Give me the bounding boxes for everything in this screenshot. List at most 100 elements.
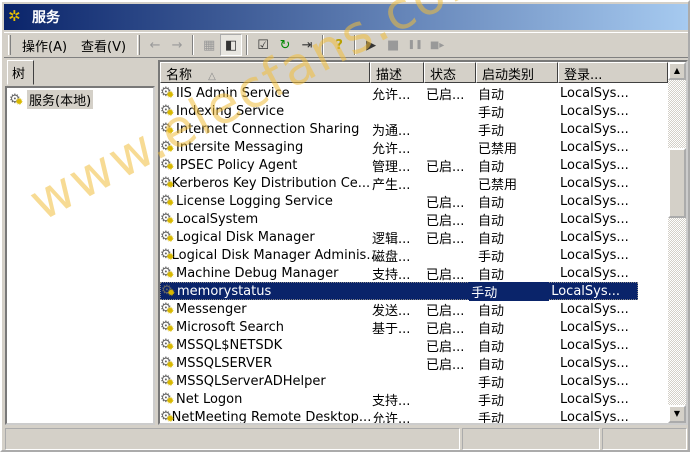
service-logon: LocalSys...: [560, 85, 629, 101]
service-name: LocalSystem: [176, 211, 259, 227]
service-row[interactable]: ⚙Logical Disk Manager 逻辑... 已启... 自动 Loc…: [160, 228, 668, 248]
service-row[interactable]: ⚙LocalSystem 已启... 自动 LocalSys...: [160, 210, 668, 230]
service-row[interactable]: ⚙IIS Admin Service 允许... 已启... 自动 LocalS…: [160, 84, 668, 104]
back-arrow-icon[interactable]: ←: [144, 34, 166, 56]
service-row[interactable]: ⚙Intersite Messaging 允许... 已禁用 LocalSys.…: [160, 138, 668, 158]
show-tree-icon[interactable]: ◧: [220, 34, 243, 56]
separator: [322, 35, 325, 55]
tree-item-services-local[interactable]: ⚙ 服务(本地): [9, 90, 94, 111]
service-gear-icon: ⚙: [160, 391, 176, 410]
service-row[interactable]: ⚙memorystatus 手动 LocalSys...: [160, 281, 638, 302]
forward-arrow-icon[interactable]: →: [166, 34, 188, 56]
toolbar-grip[interactable]: [8, 35, 11, 55]
service-status: 已启...: [426, 213, 465, 229]
service-logon: LocalSys...: [560, 373, 629, 389]
service-row[interactable]: ⚙NetMeeting Remote Desktop... 允许... 手动 L…: [160, 408, 668, 425]
service-description: 逻辑...: [372, 231, 411, 247]
service-row[interactable]: ⚙Net Logon 支持... 手动 LocalSys...: [160, 390, 668, 410]
column-header-startup-type[interactable]: 启动类别: [476, 62, 558, 83]
service-name-cell: ⚙NetMeeting Remote Desktop...: [160, 409, 371, 423]
service-startup-type: 已禁用: [478, 141, 518, 157]
menu-action[interactable]: 操作(A): [15, 36, 74, 55]
service-name: memorystatus: [177, 283, 272, 299]
column-header-status[interactable]: 状态: [424, 62, 476, 83]
service-row[interactable]: ⚙Machine Debug Manager 支持... 已启... 自动 Lo…: [160, 264, 668, 284]
service-name: MSSQLServerADHelper: [176, 373, 326, 389]
service-gear-icon: ⚙: [160, 139, 176, 158]
status-panel: [5, 428, 460, 450]
service-gear-icon: ⚙: [160, 319, 176, 338]
service-startup-type: 手动: [478, 105, 505, 121]
column-header-description[interactable]: 描述: [370, 62, 424, 83]
service-description: 发送...: [372, 303, 411, 319]
service-name: License Logging Service: [176, 193, 333, 209]
column-header-name[interactable]: 名称 △: [160, 62, 370, 83]
service-description: 磁盘...: [372, 249, 411, 265]
service-name-cell: ⚙memorystatus: [161, 283, 366, 302]
service-status: 已启...: [426, 303, 465, 319]
service-gear-icon: ⚙: [160, 121, 176, 140]
service-name-cell: ⚙Kerberos Key Distribution Ce...: [160, 175, 370, 194]
services-gear-icon: ⚙: [9, 92, 25, 111]
separator: [246, 35, 249, 55]
service-row[interactable]: ⚙Indexing Service 手动 LocalSys...: [160, 102, 668, 122]
column-header-logon[interactable]: 登录...: [558, 62, 668, 83]
service-row[interactable]: ⚙IPSEC Policy Agent 管理... 已启... 自动 Local…: [160, 156, 668, 176]
column-label: 名称: [166, 68, 193, 83]
service-row[interactable]: ⚙MSSQLServerADHelper 手动 LocalSys...: [160, 372, 668, 392]
service-row[interactable]: ⚙Kerberos Key Distribution Ce... 产生... 已…: [160, 174, 668, 194]
separator: [192, 35, 195, 55]
service-rows: ⚙IIS Admin Service 允许... 已启... 自动 LocalS…: [160, 84, 668, 425]
service-name: IIS Admin Service: [176, 85, 290, 101]
service-startup-type: 手动: [478, 411, 505, 425]
service-gear-icon: ⚙: [160, 301, 176, 320]
restart-service-icon[interactable]: ■▸: [426, 34, 448, 56]
service-row[interactable]: ⚙MSSQLSERVER 已启... 自动 LocalSys...: [160, 354, 668, 374]
service-description: 支持...: [372, 393, 411, 409]
tree-item-label: 服务(本地): [27, 90, 94, 109]
service-logon: LocalSys...: [560, 409, 629, 425]
service-status: 已启...: [426, 87, 465, 103]
service-name-cell: ⚙LocalSystem: [160, 211, 370, 230]
refresh-icon[interactable]: ↻: [274, 34, 296, 56]
service-name-cell: ⚙Microsoft Search: [160, 319, 370, 338]
service-row[interactable]: ⚙Internet Connection Sharing 为通... 手动 Lo…: [160, 120, 668, 140]
vertical-scrollbar[interactable]: ▲ ▼: [668, 62, 686, 423]
help-icon[interactable]: ?: [328, 34, 350, 56]
service-name: Logical Disk Manager: [176, 229, 315, 245]
service-startup-type: 手动: [478, 123, 505, 139]
service-name-cell: ⚙Logical Disk Manager: [160, 229, 370, 248]
pause-service-icon[interactable]: ❚❚: [404, 34, 426, 56]
start-service-icon[interactable]: ▶: [360, 34, 382, 56]
service-row[interactable]: ⚙License Logging Service 已启... 自动 LocalS…: [160, 192, 668, 212]
service-startup-type: 手动: [478, 249, 505, 265]
service-name: Indexing Service: [176, 103, 285, 119]
stop-service-icon[interactable]: ■: [382, 34, 404, 56]
toolbar: 操作(A) 查看(V) ← → ▦ ◧ ☑ ↻ ⇥ ? ▶ ■ ❚❚ ■▸: [4, 32, 688, 58]
services-gear-icon: ✲: [8, 7, 21, 25]
service-gear-icon: ⚙: [160, 211, 176, 230]
tab-tree[interactable]: 树: [7, 60, 34, 85]
scroll-thumb[interactable]: [668, 148, 686, 218]
service-logon: LocalSys...: [560, 391, 629, 407]
service-logon: LocalSys...: [560, 319, 629, 335]
window-title: 服务: [32, 10, 60, 26]
up-folder-icon[interactable]: ▦: [198, 34, 220, 56]
service-row[interactable]: ⚙MSSQL$NETSDK 已启... 自动 LocalSys...: [160, 336, 668, 356]
scroll-up-icon[interactable]: ▲: [668, 62, 686, 80]
service-row[interactable]: ⚙Logical Disk Manager Adminis... 磁盘... 手…: [160, 246, 668, 266]
service-startup-type: 自动: [478, 357, 505, 373]
service-logon: LocalSys...: [560, 139, 629, 155]
service-row[interactable]: ⚙Microsoft Search 基于... 已启... 自动 LocalSy…: [160, 318, 668, 338]
toolbar-grip[interactable]: [137, 35, 141, 55]
service-gear-icon: ⚙: [160, 229, 176, 248]
export-list-icon[interactable]: ⇥: [296, 34, 318, 56]
properties-icon[interactable]: ☑: [252, 34, 274, 56]
service-row[interactable]: ⚙Messenger 发送... 已启... 自动 LocalSys...: [160, 300, 668, 320]
list-header: 名称 △ 描述 状态 启动类别 登录...: [160, 62, 668, 83]
scroll-down-icon[interactable]: ▼: [668, 405, 686, 423]
menu-view[interactable]: 查看(V): [74, 36, 133, 55]
status-panel: [462, 428, 600, 450]
service-name-cell: ⚙MSSQL$NETSDK: [160, 337, 370, 356]
service-name-cell: ⚙IIS Admin Service: [160, 85, 370, 104]
